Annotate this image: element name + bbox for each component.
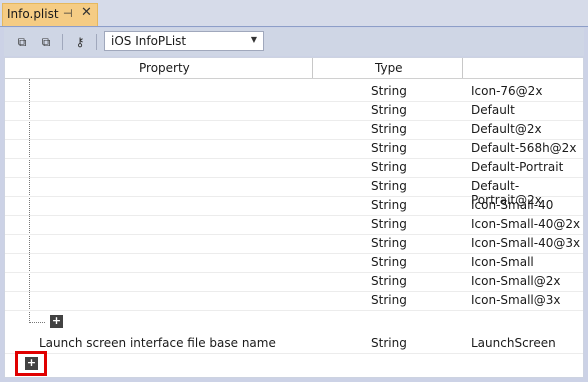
row-type: String xyxy=(371,141,407,155)
row-type: String xyxy=(371,160,407,174)
table-row[interactable]: String Icon-Small@3x xyxy=(5,291,583,311)
row-type: String xyxy=(371,179,407,193)
close-icon[interactable]: ✕ xyxy=(81,5,92,20)
pin-icon[interactable]: ⊣ xyxy=(63,7,73,20)
column-divider[interactable] xyxy=(312,58,313,78)
tab-title: Info.plist xyxy=(7,7,59,21)
row-type: String xyxy=(371,103,407,117)
tab-info-plist[interactable]: Info.plist ⊣ ✕ xyxy=(2,3,98,26)
toolbar-separator xyxy=(96,34,97,50)
column-header-type[interactable]: Type xyxy=(375,61,403,75)
row-value[interactable]: Default-568h@2x xyxy=(471,141,576,155)
row-type: String xyxy=(371,236,407,250)
tab-strip: Info.plist ⊣ ✕ xyxy=(0,0,588,27)
row-value[interactable]: Icon-Small@2x xyxy=(471,274,560,288)
row-value[interactable]: Icon-Small-40@2x xyxy=(471,217,580,231)
row-value[interactable]: Icon-Small-40 xyxy=(471,198,553,212)
table-row[interactable]: String Icon-Small-40 xyxy=(5,196,583,216)
row-value[interactable]: Icon-76@2x xyxy=(471,84,542,98)
add-array-item-button[interactable]: + xyxy=(50,315,63,328)
document-window: Info.plist ⊣ ✕ ⧉ ⧉ ⚷ iOS InfoPList ▼ Pro… xyxy=(0,0,588,382)
row-type: String xyxy=(371,274,407,288)
row-value[interactable]: Icon-Small xyxy=(471,255,534,269)
add-property-button[interactable]: + xyxy=(25,357,38,370)
table-row[interactable]: String Icon-Small-40@3x xyxy=(5,234,583,254)
table-row[interactable]: String Default-Portrait@2x xyxy=(5,177,583,207)
toolbar-separator xyxy=(62,34,63,50)
grid-header: Property Type xyxy=(5,58,583,79)
table-row[interactable]: String Default xyxy=(5,101,583,121)
toolbar: ⧉ ⧉ ⚷ iOS InfoPList ▼ xyxy=(4,28,584,56)
row-type: String xyxy=(371,336,407,350)
column-divider[interactable] xyxy=(462,58,463,78)
row-type: String xyxy=(371,255,407,269)
table-row[interactable]: String Default@2x xyxy=(5,120,583,140)
row-value[interactable]: Default xyxy=(471,103,515,117)
row-value[interactable]: Default-Portrait xyxy=(471,160,563,174)
expand-all-icon[interactable]: ⧉ xyxy=(12,32,32,52)
key-icon[interactable]: ⚷ xyxy=(70,32,90,52)
table-row[interactable]: String Icon-Small-40@2x xyxy=(5,215,583,235)
table-row[interactable]: String Default-568h@2x xyxy=(5,139,583,159)
collapse-all-icon[interactable]: ⧉ xyxy=(36,32,56,52)
table-row[interactable]: String Icon-Small xyxy=(5,253,583,273)
row-value[interactable]: LaunchScreen xyxy=(471,336,556,350)
row-value[interactable]: Default@2x xyxy=(471,122,542,136)
row-type: String xyxy=(371,84,407,98)
table-row[interactable]: Launch screen interface file base name S… xyxy=(5,334,583,354)
row-type: String xyxy=(371,198,407,212)
row-type: String xyxy=(371,122,407,136)
property-grid: Property Type String Icon-76@2x String D… xyxy=(4,57,584,378)
column-header-property[interactable]: Property xyxy=(139,61,190,75)
tree-line xyxy=(29,322,45,323)
table-row[interactable]: String Icon-76@2x xyxy=(5,82,583,102)
table-row[interactable]: String Default-Portrait xyxy=(5,158,583,178)
plist-type-dropdown[interactable]: iOS InfoPList ▼ xyxy=(104,31,264,51)
table-row[interactable]: String Icon-Small@2x xyxy=(5,272,583,292)
dropdown-value: iOS InfoPList xyxy=(111,34,187,48)
row-value[interactable]: Icon-Small@3x xyxy=(471,293,560,307)
row-value[interactable]: Icon-Small-40@3x xyxy=(471,236,580,250)
row-type: String xyxy=(371,293,407,307)
row-property-name: Launch screen interface file base name xyxy=(39,336,276,350)
row-type: String xyxy=(371,217,407,231)
chevron-down-icon: ▼ xyxy=(250,35,257,44)
